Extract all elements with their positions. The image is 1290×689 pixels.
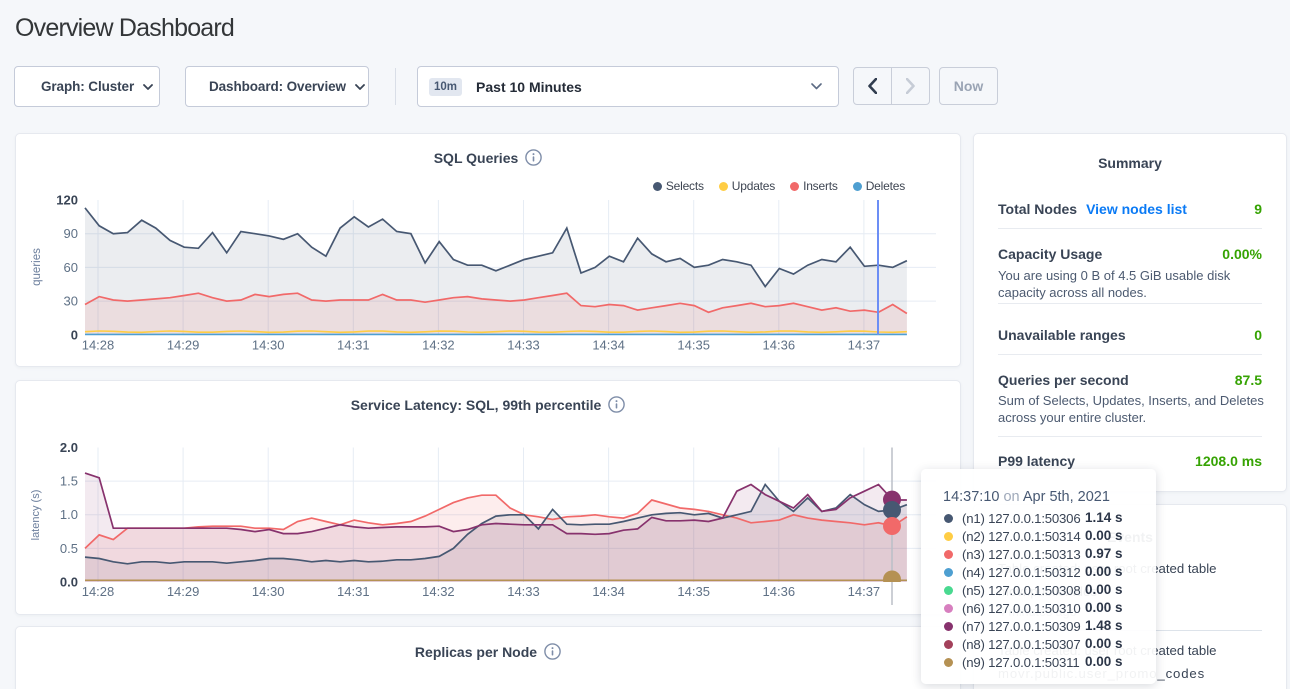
svg-text:14:36: 14:36 bbox=[763, 338, 796, 353]
svg-text:14:31: 14:31 bbox=[337, 584, 370, 599]
svg-text:0.5: 0.5 bbox=[60, 541, 78, 556]
svg-text:14:33: 14:33 bbox=[507, 584, 540, 599]
svg-text:14:34: 14:34 bbox=[592, 338, 625, 353]
svg-text:0.0: 0.0 bbox=[60, 575, 78, 590]
svg-text:14:36: 14:36 bbox=[763, 584, 796, 599]
svg-text:14:30: 14:30 bbox=[252, 338, 285, 353]
svg-text:14:28: 14:28 bbox=[82, 584, 115, 599]
svg-text:30: 30 bbox=[64, 294, 78, 309]
svg-text:1.5: 1.5 bbox=[60, 474, 78, 489]
svg-text:14:30: 14:30 bbox=[252, 584, 285, 599]
svg-text:queries: queries bbox=[31, 248, 43, 286]
svg-text:14:33: 14:33 bbox=[507, 338, 540, 353]
svg-text:14:35: 14:35 bbox=[677, 338, 710, 353]
svg-text:60: 60 bbox=[64, 260, 78, 275]
svg-text:2.0: 2.0 bbox=[60, 440, 78, 455]
svg-text:14:35: 14:35 bbox=[677, 584, 710, 599]
svg-text:14:32: 14:32 bbox=[422, 584, 455, 599]
svg-text:14:31: 14:31 bbox=[337, 338, 370, 353]
svg-text:14:29: 14:29 bbox=[167, 584, 200, 599]
svg-text:14:34: 14:34 bbox=[592, 584, 625, 599]
svg-text:120: 120 bbox=[56, 193, 78, 208]
svg-text:14:32: 14:32 bbox=[422, 338, 455, 353]
svg-text:90: 90 bbox=[64, 226, 78, 241]
svg-text:1.0: 1.0 bbox=[60, 507, 78, 522]
svg-text:14:37: 14:37 bbox=[848, 338, 881, 353]
svg-text:14:28: 14:28 bbox=[82, 338, 115, 353]
svg-text:14:37: 14:37 bbox=[848, 584, 881, 599]
svg-text:14:29: 14:29 bbox=[167, 338, 200, 353]
svg-text:0: 0 bbox=[71, 327, 78, 342]
svg-text:latency (s): latency (s) bbox=[30, 490, 42, 541]
